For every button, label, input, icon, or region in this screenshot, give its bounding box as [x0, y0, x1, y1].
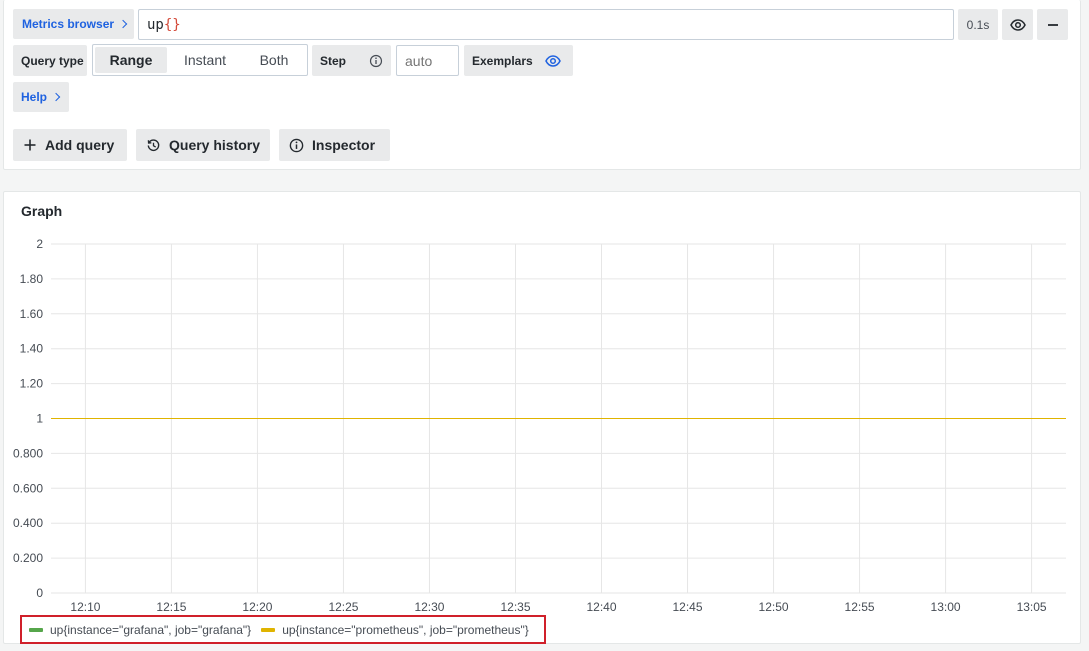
legend-item-grafana[interactable]: up{instance="grafana", job="grafana"} [29, 623, 251, 637]
remove-query-button[interactable] [1037, 9, 1068, 40]
query-type-both[interactable]: Both [243, 47, 305, 73]
add-query-label: Add query [45, 137, 115, 153]
y-tick-label: 0.800 [13, 446, 43, 460]
x-tick-label: 12:10 [70, 600, 100, 612]
y-tick-label: 1.40 [20, 342, 44, 356]
y-tick-label: 2 [36, 237, 43, 251]
chevron-right-icon [118, 19, 128, 29]
query-history-label: Query history [169, 137, 261, 153]
y-tick-label: 0 [36, 586, 43, 600]
metrics-browser-label: Metrics browser [22, 17, 115, 31]
y-tick-label: 0.400 [13, 516, 43, 530]
query-text: up [147, 16, 164, 33]
toggle-visibility-button[interactable] [1002, 9, 1033, 40]
y-tick-label: 1.60 [20, 307, 44, 321]
x-tick-label: 13:05 [1017, 600, 1047, 612]
y-axis-ticks: 0 0.200 0.400 0.600 0.800 1 1.20 1.40 1.60 1.80 2 [13, 237, 43, 600]
minus-icon [1047, 23, 1058, 26]
query-brace-close: } [172, 16, 181, 33]
info-icon[interactable] [369, 54, 383, 68]
step-label: Step [312, 45, 391, 76]
query-brace-open: { [163, 16, 173, 33]
step-input[interactable] [396, 45, 459, 76]
query-history-button[interactable]: Query history [136, 129, 270, 161]
y-tick-label: 0.600 [13, 481, 43, 495]
info-icon [289, 138, 304, 152]
help-button[interactable]: Help [13, 82, 69, 112]
x-tick-label: 12:55 [845, 600, 875, 612]
legend-label-prometheus: up{instance="prometheus", job="prometheu… [282, 622, 529, 637]
eye-icon [1009, 18, 1026, 31]
query-type-label-text: Query type [21, 53, 84, 68]
plus-icon [24, 139, 36, 151]
x-tick-label: 12:40 [586, 600, 616, 612]
query-type-label: Query type [13, 45, 87, 76]
x-tick-label: 12:45 [673, 600, 703, 612]
query-type-radio-group: Range Instant Both [92, 44, 308, 76]
y-tick-label: 1.20 [20, 377, 44, 391]
graph-chart[interactable]: 00.2000.4000.6000.80011.201.401.601.802 … [4, 192, 1080, 612]
help-label: Help [21, 90, 48, 104]
legend-swatch-grafana [29, 627, 43, 632]
query-time-label: 0.1s [966, 17, 990, 32]
legend-item-prometheus[interactable]: up{instance="prometheus", job="prometheu… [261, 623, 529, 637]
exemplars-label: Exemplars [472, 53, 533, 68]
x-tick-label: 12:25 [328, 600, 358, 612]
y-tick-label: 1 [36, 412, 43, 426]
legend-swatch-prometheus [261, 627, 276, 632]
query-editor-panel: Metrics browser up { } 0.1s Query type R… [3, 0, 1081, 170]
metrics-browser-button[interactable]: Metrics browser [13, 9, 134, 39]
query-type-range[interactable]: Range [95, 47, 167, 73]
x-tick-label: 12:20 [242, 600, 272, 612]
add-query-button[interactable]: Add query [13, 129, 127, 161]
x-tick-label: 12:50 [759, 600, 789, 612]
query-type-instant[interactable]: Instant [167, 47, 243, 73]
y-tick-label: 1.80 [20, 272, 44, 286]
graph-legend: up{instance="grafana", job="grafana"} up… [20, 615, 546, 644]
query-time-badge: 0.1s [958, 9, 998, 40]
x-tick-label: 12:15 [156, 600, 186, 612]
history-icon [147, 138, 160, 151]
graph-panel: Graph 0 0.200 0.400 0.600 0.800 1 1.20 1.40 1.60… [3, 191, 1081, 644]
x-axis-ticks: 12:10 12:15 12:20 12:25 12:30 12:35 12:40 12:45… [70, 600, 1047, 612]
x-tick-label: 13:00 [931, 600, 961, 612]
query-input[interactable]: up { } [138, 9, 954, 40]
y-tick-label: 0.200 [13, 551, 43, 565]
legend-label-grafana: up{instance="grafana", job="grafana"} [50, 622, 252, 637]
eye-icon [545, 54, 561, 67]
x-tick-label: 12:30 [414, 600, 444, 612]
chevron-right-icon [51, 92, 61, 102]
x-tick-label: 12:35 [500, 600, 530, 612]
inspector-button[interactable]: Inspector [279, 129, 390, 161]
inspector-label: Inspector [312, 137, 376, 153]
step-label-text: Step [320, 53, 347, 68]
exemplars-toggle[interactable]: Exemplars [464, 45, 573, 76]
